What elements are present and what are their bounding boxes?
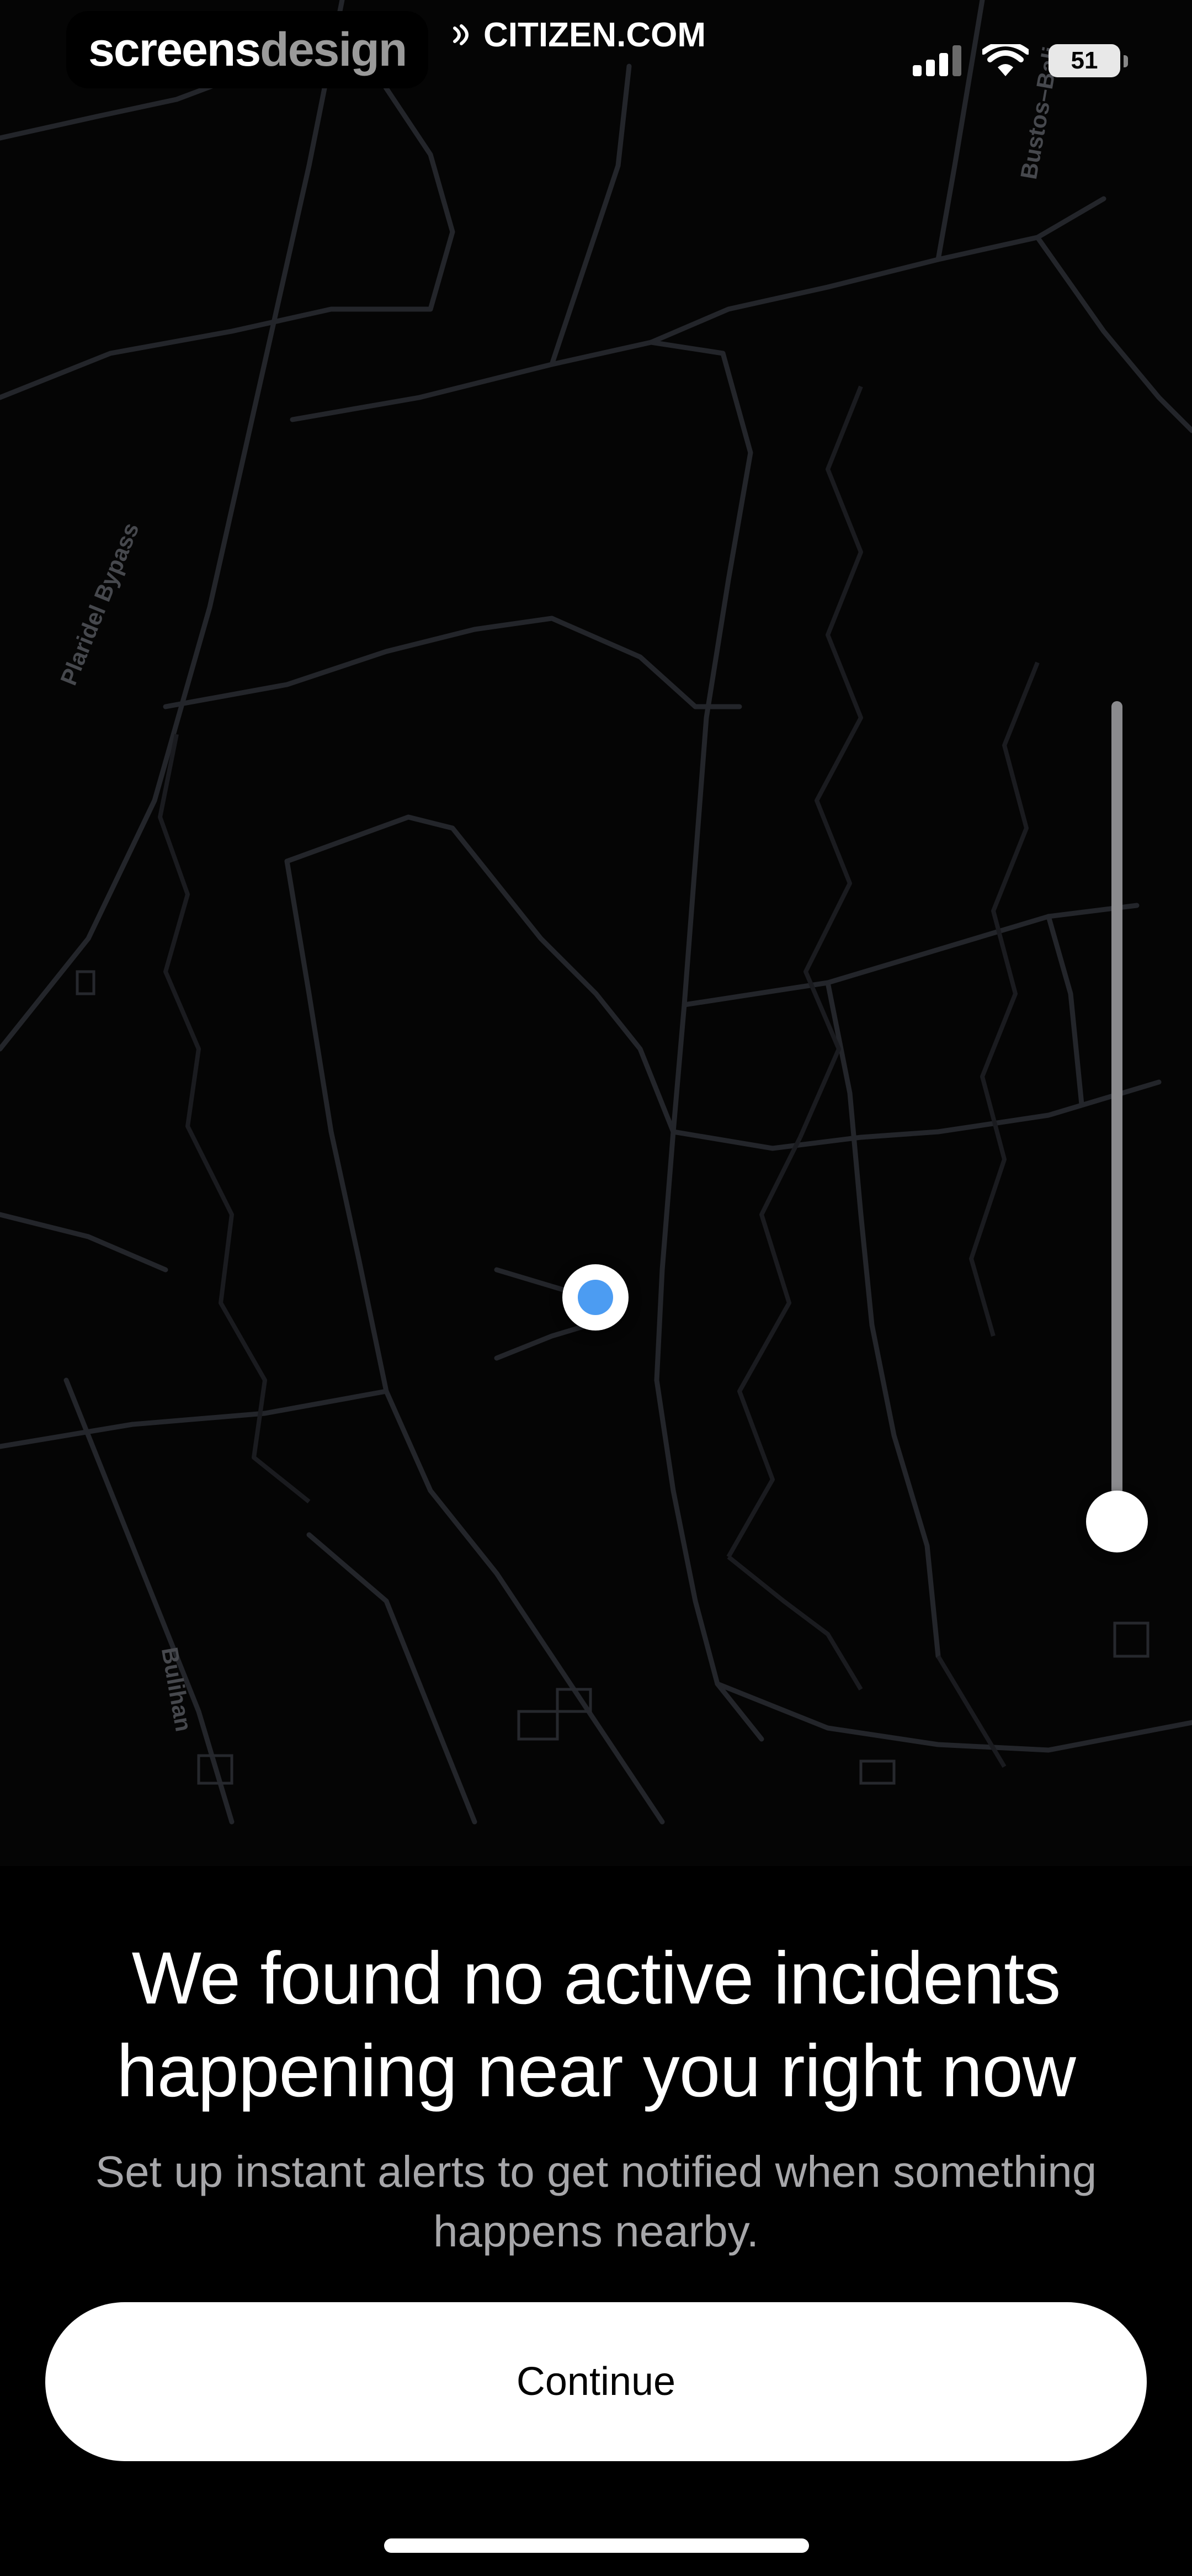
status-bar: screens design CITIZEN.COM 51 [0, 0, 1192, 88]
watermark-primary: screens [88, 23, 261, 76]
map-roads [0, 0, 1192, 1825]
cellular-signal-icon [913, 45, 961, 76]
subtext-line-1: Set up instant alerts to get notified wh… [95, 2147, 1097, 2196]
headline: We found no active incidents happening n… [33, 1932, 1159, 2118]
wifi-icon [982, 44, 1029, 76]
subtext: Set up instant alerts to get notified wh… [44, 2142, 1148, 2261]
watermark-secondary: design [260, 23, 407, 76]
continue-button[interactable]: Continue [45, 2302, 1147, 2461]
headline-line-2: happening near you right now [116, 2030, 1076, 2112]
location-dot-icon [578, 1280, 613, 1315]
headline-line-1: We found no active incidents [131, 1937, 1061, 2020]
map-view[interactable]: Plaridel Bypass Bulihan Bustos–Bali [0, 0, 1192, 1866]
citizen-logo-icon [453, 24, 469, 45]
screensdesign-watermark: screens design [66, 11, 429, 88]
subtext-line-2: happens nearby. [433, 2207, 759, 2256]
home-indicator [384, 2538, 809, 2553]
status-icons: 51 [913, 44, 1128, 77]
site-badge: CITIZEN.COM [453, 10, 706, 60]
radius-slider-track[interactable] [1111, 701, 1122, 1518]
site-label: CITIZEN.COM [483, 15, 706, 54]
radius-slider-thumb[interactable] [1086, 1491, 1148, 1552]
battery-indicator: 51 [1049, 44, 1128, 77]
user-location-marker [562, 1264, 629, 1331]
